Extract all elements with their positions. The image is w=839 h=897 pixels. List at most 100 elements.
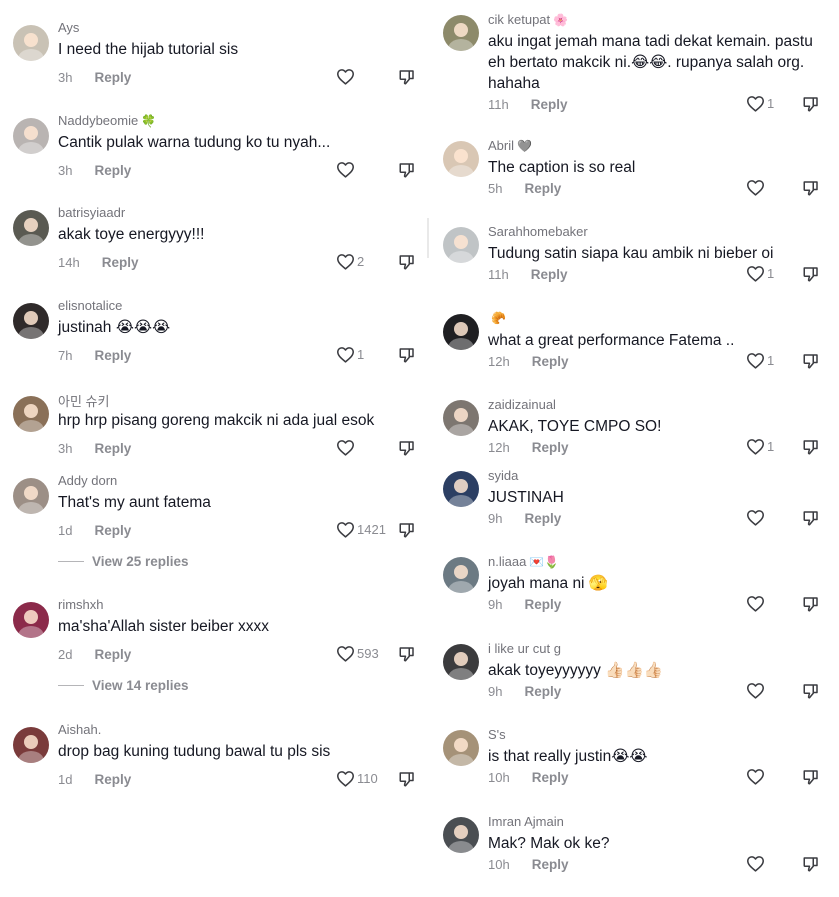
avatar[interactable] (13, 727, 49, 763)
avatar[interactable] (13, 602, 49, 638)
dislike-button[interactable] (802, 352, 820, 370)
reply-button[interactable]: Reply (532, 770, 569, 785)
comment-username[interactable]: Imran Ajmain (488, 814, 564, 829)
dislike-button[interactable] (802, 95, 820, 113)
reply-button[interactable]: Reply (94, 70, 131, 85)
like-button[interactable]: 1421 (336, 521, 386, 538)
comment-username[interactable]: rimshxh (58, 597, 104, 612)
avatar[interactable] (443, 227, 479, 263)
like-button[interactable]: 1 (746, 352, 774, 369)
comment-username[interactable]: Aishah. (58, 722, 101, 737)
avatar[interactable] (13, 478, 49, 514)
comment-username[interactable]: Ays (58, 20, 79, 35)
dislike-button[interactable] (398, 346, 416, 364)
like-button[interactable] (746, 595, 765, 612)
like-button[interactable]: 110 (336, 770, 378, 787)
dislike-button[interactable] (398, 770, 416, 788)
dislike-button[interactable] (802, 682, 820, 700)
comment-username[interactable]: cik ketupat 🌸 (488, 12, 568, 27)
reply-button[interactable]: Reply (532, 354, 569, 369)
comment-username[interactable]: 🥐 (488, 311, 506, 325)
like-button[interactable]: 1 (746, 265, 774, 282)
avatar[interactable] (443, 644, 479, 680)
reply-button[interactable]: Reply (94, 163, 131, 178)
comment-meta: 7h Reply (58, 348, 131, 363)
dislike-button[interactable] (398, 68, 416, 86)
reply-button[interactable]: Reply (524, 511, 561, 526)
reply-button[interactable]: Reply (94, 647, 131, 662)
avatar[interactable] (13, 396, 49, 432)
dislike-button[interactable] (802, 179, 820, 197)
like-button[interactable]: 2 (336, 253, 364, 270)
comment-username[interactable]: batrisyiaadr (58, 205, 125, 220)
reply-button[interactable]: Reply (524, 181, 561, 196)
avatar[interactable] (13, 303, 49, 339)
dislike-button[interactable] (802, 509, 820, 527)
avatar[interactable] (13, 25, 49, 61)
like-count: 1 (767, 266, 775, 281)
avatar[interactable] (443, 314, 479, 350)
avatar[interactable] (443, 817, 479, 853)
comment-username[interactable]: i like ur cut g (488, 641, 561, 656)
avatar[interactable] (13, 210, 49, 246)
comment-timestamp: 2d (58, 647, 73, 662)
reply-button[interactable]: Reply (94, 441, 131, 456)
dislike-button[interactable] (398, 253, 416, 271)
comment-username[interactable]: Abril 🩶 (488, 138, 532, 153)
like-button[interactable] (746, 855, 765, 872)
comment-username[interactable]: zaidizainual (488, 397, 556, 412)
comment-username[interactable]: n.liaaa 💌🌷 (488, 554, 559, 569)
dislike-button[interactable] (802, 855, 820, 873)
dislike-button[interactable] (398, 439, 416, 457)
reply-button[interactable]: Reply (531, 267, 568, 282)
like-button[interactable]: 1 (336, 346, 364, 363)
reply-button[interactable]: Reply (102, 255, 139, 270)
like-button[interactable] (746, 179, 765, 196)
like-button[interactable] (746, 768, 765, 785)
reply-button[interactable]: Reply (94, 523, 131, 538)
avatar[interactable] (443, 730, 479, 766)
comment-username[interactable]: 아민 슈키 (58, 391, 109, 410)
avatar[interactable] (443, 400, 479, 436)
reply-button[interactable]: Reply (532, 440, 569, 455)
like-button[interactable] (746, 509, 765, 526)
comment-username[interactable]: syida (488, 468, 518, 483)
thumbs-down-outline-icon (398, 770, 416, 788)
reply-button[interactable]: Reply (531, 97, 568, 112)
username-badge-emoji: 💌🌷 (529, 554, 560, 569)
comment-username[interactable]: Addy dorn (58, 473, 117, 488)
dislike-button[interactable] (802, 768, 820, 786)
view-replies-button[interactable]: View 14 replies (58, 678, 189, 693)
avatar[interactable] (443, 141, 479, 177)
comment-username[interactable]: Sarahhomebaker (488, 224, 588, 239)
like-button[interactable] (336, 439, 355, 456)
like-button[interactable]: 1 (746, 95, 774, 112)
comment-username[interactable]: S's (488, 727, 506, 742)
username-badge-emoji: 🍀 (141, 113, 157, 128)
comment-item: Addy dorn That's my aunt fatema 1d Reply 142… (0, 473, 425, 569)
reply-button[interactable]: Reply (532, 857, 569, 872)
dislike-button[interactable] (802, 438, 820, 456)
reply-button[interactable]: Reply (94, 772, 131, 787)
dislike-button[interactable] (398, 645, 416, 663)
comment-timestamp: 14h (58, 255, 80, 270)
dislike-button[interactable] (802, 265, 820, 283)
like-button[interactable]: 593 (336, 645, 379, 662)
like-button[interactable]: 1 (746, 438, 774, 455)
like-button[interactable] (336, 68, 355, 85)
dislike-button[interactable] (802, 595, 820, 613)
reply-button[interactable]: Reply (524, 597, 561, 612)
avatar[interactable] (443, 471, 479, 507)
like-button[interactable] (746, 682, 765, 699)
avatar[interactable] (13, 118, 49, 154)
reply-button[interactable]: Reply (524, 684, 561, 699)
comment-username[interactable]: elisnotalice (58, 298, 122, 313)
dislike-button[interactable] (398, 161, 416, 179)
avatar[interactable] (443, 557, 479, 593)
reply-button[interactable]: Reply (94, 348, 131, 363)
avatar[interactable] (443, 15, 479, 51)
dislike-button[interactable] (398, 521, 416, 539)
view-replies-button[interactable]: View 25 replies (58, 554, 189, 569)
comment-username[interactable]: Naddybeomie 🍀 (58, 113, 156, 128)
like-button[interactable] (336, 161, 355, 178)
